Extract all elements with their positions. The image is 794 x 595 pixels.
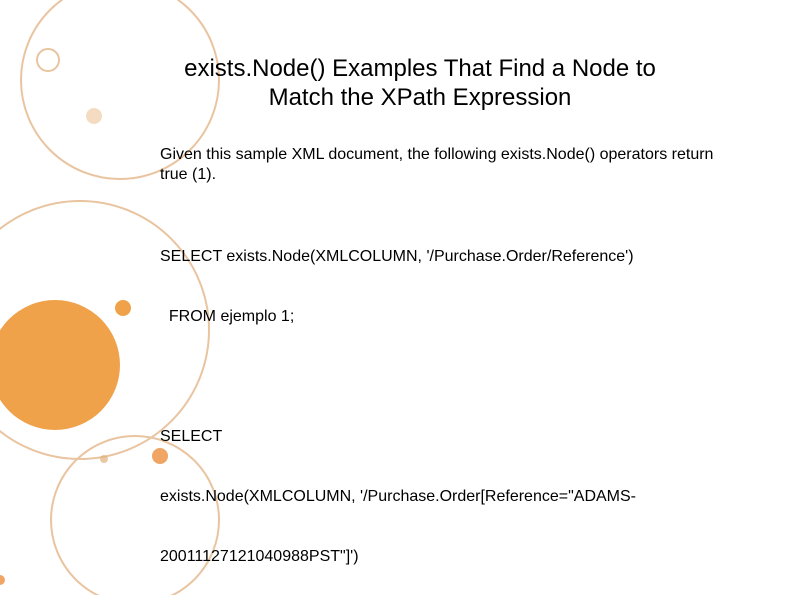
deco-circle: [115, 300, 131, 316]
sql-example-2: SELECT exists.Node(XMLCOLUMN, '/Purchase…: [160, 387, 720, 595]
title-line-1: exists.Node() Examples That Find a Node …: [150, 55, 690, 84]
sql-example-1: SELECT exists.Node(XMLCOLUMN, '/Purchase…: [160, 207, 720, 367]
intro-text: Given this sample XML document, the foll…: [160, 145, 720, 185]
code-line: SELECT exists.Node(XMLCOLUMN, '/Purchase…: [160, 247, 720, 267]
code-line: FROM ejemplo 1;: [160, 307, 720, 327]
title-line-2: Match the XPath Expression: [150, 84, 690, 113]
code-line: SELECT: [160, 427, 720, 447]
slide-root: exists.Node() Examples That Find a Node …: [0, 0, 794, 595]
slide-title: exists.Node() Examples That Find a Node …: [150, 55, 690, 113]
deco-circle: [0, 575, 5, 585]
deco-circle: [36, 48, 60, 72]
code-line: exists.Node(XMLCOLUMN, '/Purchase.Order[…: [160, 487, 720, 507]
code-line: 20011127121040988PST"]'): [160, 547, 720, 567]
slide-body: Given this sample XML document, the foll…: [160, 145, 720, 595]
deco-circle: [86, 108, 102, 124]
